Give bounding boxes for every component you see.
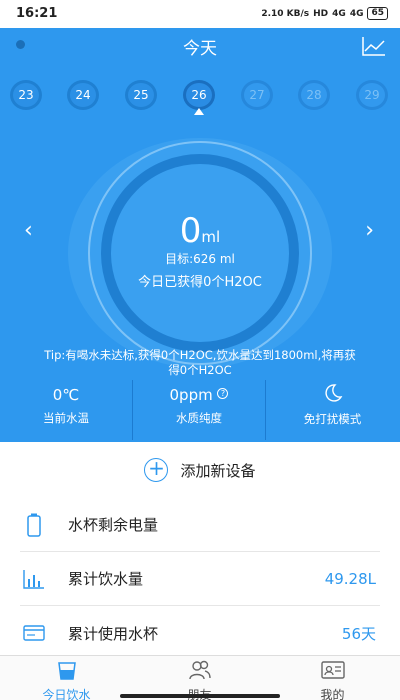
network-speed: 2.10 KB/s [261,8,310,19]
stat-temperature: 0℃ 当前水温 [0,380,133,440]
tip-text: Tip:有喝水未达标,获得0个H2OC,饮水量达到1800ml,将再获得0个H2… [44,348,356,377]
signal-4g-1: 4G [332,8,346,19]
stat-dnd-label: 免打扰模式 [303,412,362,426]
row-total-intake-label: 累计饮水量 [68,570,144,588]
friends-icon [188,660,211,680]
stat-purity-value: 0ppm [169,386,213,404]
date-27[interactable]: 27 [241,80,273,110]
home-indicator [120,694,280,698]
add-device-button[interactable]: + 添加新设备 [0,442,400,498]
hd-badge: HD [313,8,329,19]
water-dashboard: 今天 23 24 25 26 27 28 29 ‹ › 0ml 目标:626 m… [0,28,400,442]
moon-icon [324,384,342,402]
drink-goal: 目标:626 ml [165,252,235,266]
tab-today-drink-label: 今日饮水 [42,688,91,700]
tab-mine-label: 我的 [320,688,345,700]
tab-today-drink[interactable]: 今日饮水 [0,656,133,700]
row-total-intake[interactable]: 累计饮水量 49.28L [20,552,380,606]
row-days-used-label: 累计使用水杯 [68,624,159,643]
drink-amount: 0ml [0,211,400,251]
status-time: 16:21 [16,6,58,21]
stat-purity: 0ppm ? 水质纯度 [133,380,266,440]
date-23[interactable]: 23 [10,80,42,110]
stats-bar: 0℃ 当前水温 0ppm ? 水质纯度 免打扰模式 [0,380,400,440]
add-device-label: 添加新设备 [180,461,256,480]
row-total-intake-value: 49.28L [324,569,376,588]
date-29[interactable]: 29 [356,80,388,110]
stat-do-not-disturb[interactable]: 免打扰模式 [266,380,399,440]
bar-chart-icon [20,565,48,593]
selected-date-caret [194,108,204,115]
battery-indicator: 65 [367,7,388,20]
page-title: 今天 [183,39,217,59]
date-28[interactable]: 28 [298,80,330,110]
date-25[interactable]: 25 [125,80,157,110]
row-days-used[interactable]: 累计使用水杯 56天 [20,606,380,660]
stat-purity-label: 水质纯度 [176,411,222,425]
card-icon [20,619,48,647]
line-chart-icon[interactable] [362,36,386,56]
plus-circle-icon: + [144,458,169,482]
stat-temperature-label: 当前水温 [43,411,89,425]
row-battery[interactable]: 水杯剩余电量 [20,498,380,552]
row-battery-label: 水杯剩余电量 [68,516,159,534]
profile-card-icon [320,661,345,679]
status-bar: 16:21 2.10 KB/s HD 4G 4G 65 [0,0,400,28]
date-24[interactable]: 24 [67,80,99,110]
question-icon[interactable]: ? [217,388,229,399]
row-days-used-value: 56天 [341,624,376,643]
drink-amount-unit: ml [201,228,221,246]
earned-tokens: 今日已获得0个H2OC [138,275,262,290]
drink-amount-value: 0 [179,211,202,251]
system-icons: 2.10 KB/s HD 4G 4G 65 [261,7,388,20]
date-26[interactable]: 26 [183,80,215,110]
date-selector: 23 24 25 26 27 28 29 [10,80,390,110]
water-cup-icon [57,662,76,680]
signal-4g-2: 4G [349,8,364,19]
stat-temperature-value: 0℃ [52,386,80,404]
tab-mine[interactable]: 我的 [266,656,399,700]
battery-icon [20,511,48,539]
